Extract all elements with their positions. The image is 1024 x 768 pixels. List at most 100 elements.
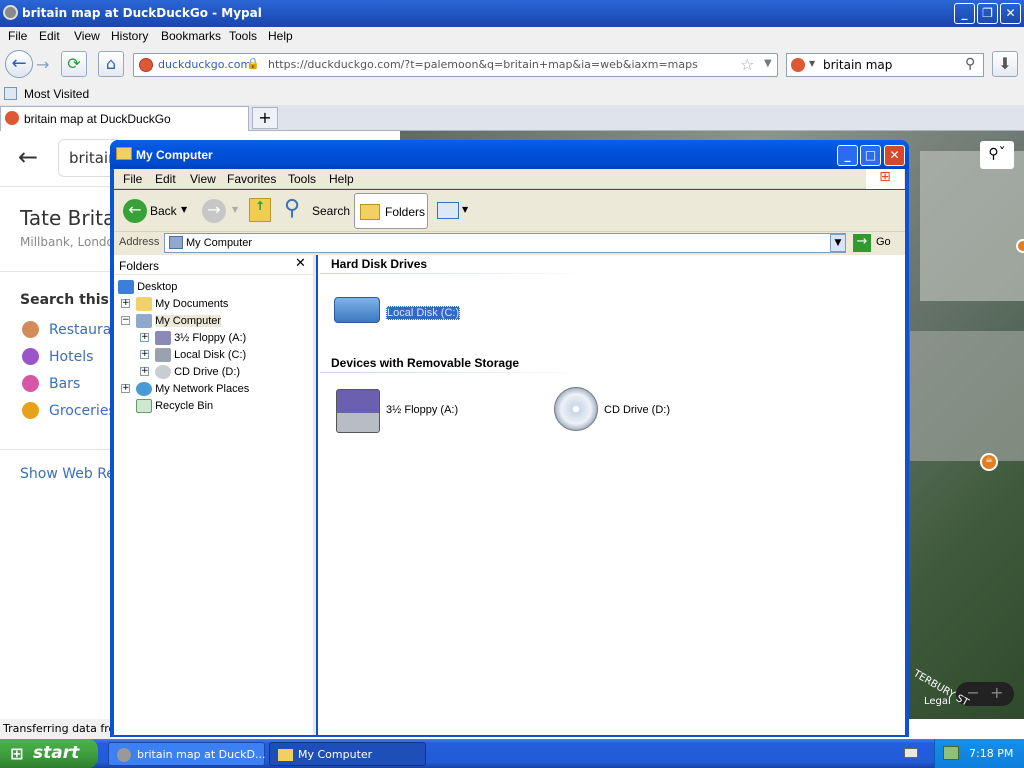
- search-icon[interactable]: ⚲: [965, 56, 975, 72]
- xp-back-button[interactable]: Back: [150, 204, 177, 218]
- url-bar[interactable]: duckduckgo.com 🔒 https://duckduckgo.com/…: [133, 53, 778, 77]
- bookmark-star-icon[interactable]: ☆: [740, 55, 754, 74]
- show-web-results-link[interactable]: Show Web Res: [20, 466, 122, 482]
- explorer-title-bar[interactable]: My Computer _ □ ✕: [110, 140, 909, 169]
- search-input[interactable]: britain map: [823, 58, 892, 72]
- expand-my-documents[interactable]: +: [121, 299, 130, 308]
- start-label: start: [33, 743, 80, 763]
- xp-menu-help[interactable]: Help: [329, 172, 354, 186]
- xp-menu-view[interactable]: View: [190, 172, 216, 186]
- browser-task-icon: [117, 748, 131, 762]
- category-bars[interactable]: Bars: [22, 375, 80, 392]
- menu-bookmarks[interactable]: Bookmarks: [161, 29, 221, 43]
- up-folder-button[interactable]: ↑: [249, 198, 271, 222]
- tree-my-documents[interactable]: My Documents: [136, 297, 228, 311]
- expand-floppy[interactable]: +: [140, 333, 149, 342]
- duckduckgo-sidebar: ← britain Tate Brita Millbank, Londo Sea…: [0, 131, 133, 719]
- browser-close-button[interactable]: ✕: [1000, 3, 1021, 24]
- tab-britain-map[interactable]: britain map at DuckDuckGo: [0, 106, 249, 131]
- collapse-my-computer[interactable]: −: [121, 316, 130, 325]
- xp-menu-favorites[interactable]: Favorites: [227, 172, 276, 186]
- forward-dropdown-icon[interactable]: ▼: [232, 205, 238, 214]
- search-magnifier-icon: ⚲: [284, 196, 301, 221]
- url-text[interactable]: https://duckduckgo.com/?t=palemoon&q=bri…: [268, 58, 698, 71]
- taskbar-my-computer-button[interactable]: My Computer: [269, 742, 426, 766]
- recycle-bin-icon: [136, 399, 152, 413]
- cd-drive-icon: [155, 365, 171, 379]
- home-button[interactable]: ⌂: [98, 51, 124, 77]
- xp-menu-edit[interactable]: Edit: [155, 172, 176, 186]
- group-removable-storage: Devices with Removable Storage: [331, 356, 520, 370]
- menu-edit[interactable]: Edit: [39, 29, 60, 43]
- windows-flag-icon: ⊞: [10, 744, 24, 763]
- taskbar-browser-label: britain map at DuckD...: [137, 748, 266, 761]
- menu-history[interactable]: History: [111, 29, 148, 43]
- browser-status-bar: Transferring data from: [0, 719, 126, 739]
- lock-icon: 🔒: [246, 57, 260, 70]
- network-tray-icon[interactable]: [943, 746, 959, 760]
- explorer-minimize-button[interactable]: _: [837, 145, 858, 166]
- expand-cd-drive[interactable]: +: [140, 367, 149, 376]
- xp-search-button[interactable]: Search: [312, 204, 350, 218]
- download-button[interactable]: ⬇: [992, 51, 1018, 77]
- xp-menu-file[interactable]: File: [123, 172, 142, 186]
- cd-drive-item[interactable]: CD Drive (D:): [550, 387, 690, 435]
- back-arrow-icon[interactable]: ←: [18, 143, 38, 171]
- folders-pane-header: Folders ✕: [114, 255, 313, 275]
- tree-floppy[interactable]: 3½ Floppy (A:): [155, 331, 246, 345]
- go-arrow-icon[interactable]: →: [853, 234, 871, 252]
- place-address: Millbank, Londo: [20, 235, 114, 249]
- map-building: [910, 331, 1024, 461]
- tree-my-computer[interactable]: My Computer: [136, 314, 222, 328]
- menu-tools[interactable]: Tools: [229, 29, 257, 43]
- local-disk-item[interactable]: Local Disk (C:): [332, 295, 462, 331]
- category-groceries[interactable]: Groceries: [22, 402, 116, 419]
- search-engine-dropdown-icon[interactable]: ▼: [809, 59, 815, 68]
- map-location-button[interactable]: ⚲ˇ: [980, 141, 1014, 169]
- start-button[interactable]: ⊞ start: [0, 739, 98, 768]
- clock[interactable]: 7:18 PM: [969, 747, 1013, 760]
- menu-help[interactable]: Help: [268, 29, 293, 43]
- address-dropdown-button[interactable]: ▼: [830, 234, 846, 252]
- xp-folders-button[interactable]: Folders: [354, 193, 428, 229]
- reload-button[interactable]: ⟳: [61, 51, 87, 77]
- address-field[interactable]: My Computer: [164, 233, 846, 253]
- taskbar-browser-button[interactable]: britain map at DuckD...: [108, 742, 265, 766]
- back-dropdown-icon[interactable]: ▼: [181, 205, 187, 214]
- category-label: Bars: [49, 375, 81, 392]
- menu-file[interactable]: File: [8, 29, 27, 43]
- new-tab-button[interactable]: +: [252, 107, 278, 129]
- tree-network-places[interactable]: My Network Places: [136, 382, 249, 396]
- map-pin-icon[interactable]: [1016, 239, 1024, 253]
- back-button[interactable]: ←: [5, 50, 33, 78]
- explorer-close-button[interactable]: ✕: [884, 145, 905, 166]
- menu-view[interactable]: View: [74, 29, 100, 43]
- search-engine-icon[interactable]: [791, 58, 805, 72]
- tree-local-disk[interactable]: Local Disk (C:): [155, 348, 246, 362]
- xp-forward-button[interactable]: →: [202, 199, 226, 223]
- tree-desktop[interactable]: Desktop: [118, 280, 177, 294]
- expand-local-disk[interactable]: +: [140, 350, 149, 359]
- views-dropdown-icon[interactable]: ▼: [462, 205, 468, 214]
- category-hotels[interactable]: Hotels: [22, 348, 93, 365]
- tree-recycle-bin[interactable]: Recycle Bin: [136, 399, 213, 413]
- map-coffee-pin-icon[interactable]: ☕: [980, 453, 998, 471]
- keyboard-icon[interactable]: [904, 748, 918, 758]
- url-site-identity[interactable]: duckduckgo.com: [158, 58, 251, 71]
- most-visited-bookmark[interactable]: Most Visited: [24, 87, 89, 101]
- views-button[interactable]: [437, 202, 459, 219]
- browser-restore-button[interactable]: ❐: [977, 3, 998, 24]
- xp-menu-tools[interactable]: Tools: [288, 172, 316, 186]
- forward-button[interactable]: →: [36, 55, 49, 74]
- url-dropdown-icon[interactable]: ▼: [764, 58, 772, 69]
- folders-pane-close-icon[interactable]: ✕: [295, 256, 306, 271]
- my-computer-icon: [136, 314, 152, 328]
- tree-cd-drive[interactable]: CD Drive (D:): [155, 365, 240, 379]
- floppy-item[interactable]: 3½ Floppy (A:): [332, 387, 472, 435]
- browser-minimize-button[interactable]: _: [954, 3, 975, 24]
- explorer-maximize-button[interactable]: □: [860, 145, 881, 166]
- expand-network-places[interactable]: +: [121, 384, 130, 393]
- go-button[interactable]: Go: [876, 236, 891, 248]
- page-search-input[interactable]: britain: [58, 139, 118, 177]
- search-box[interactable]: ▼ britain map ⚲: [786, 53, 984, 77]
